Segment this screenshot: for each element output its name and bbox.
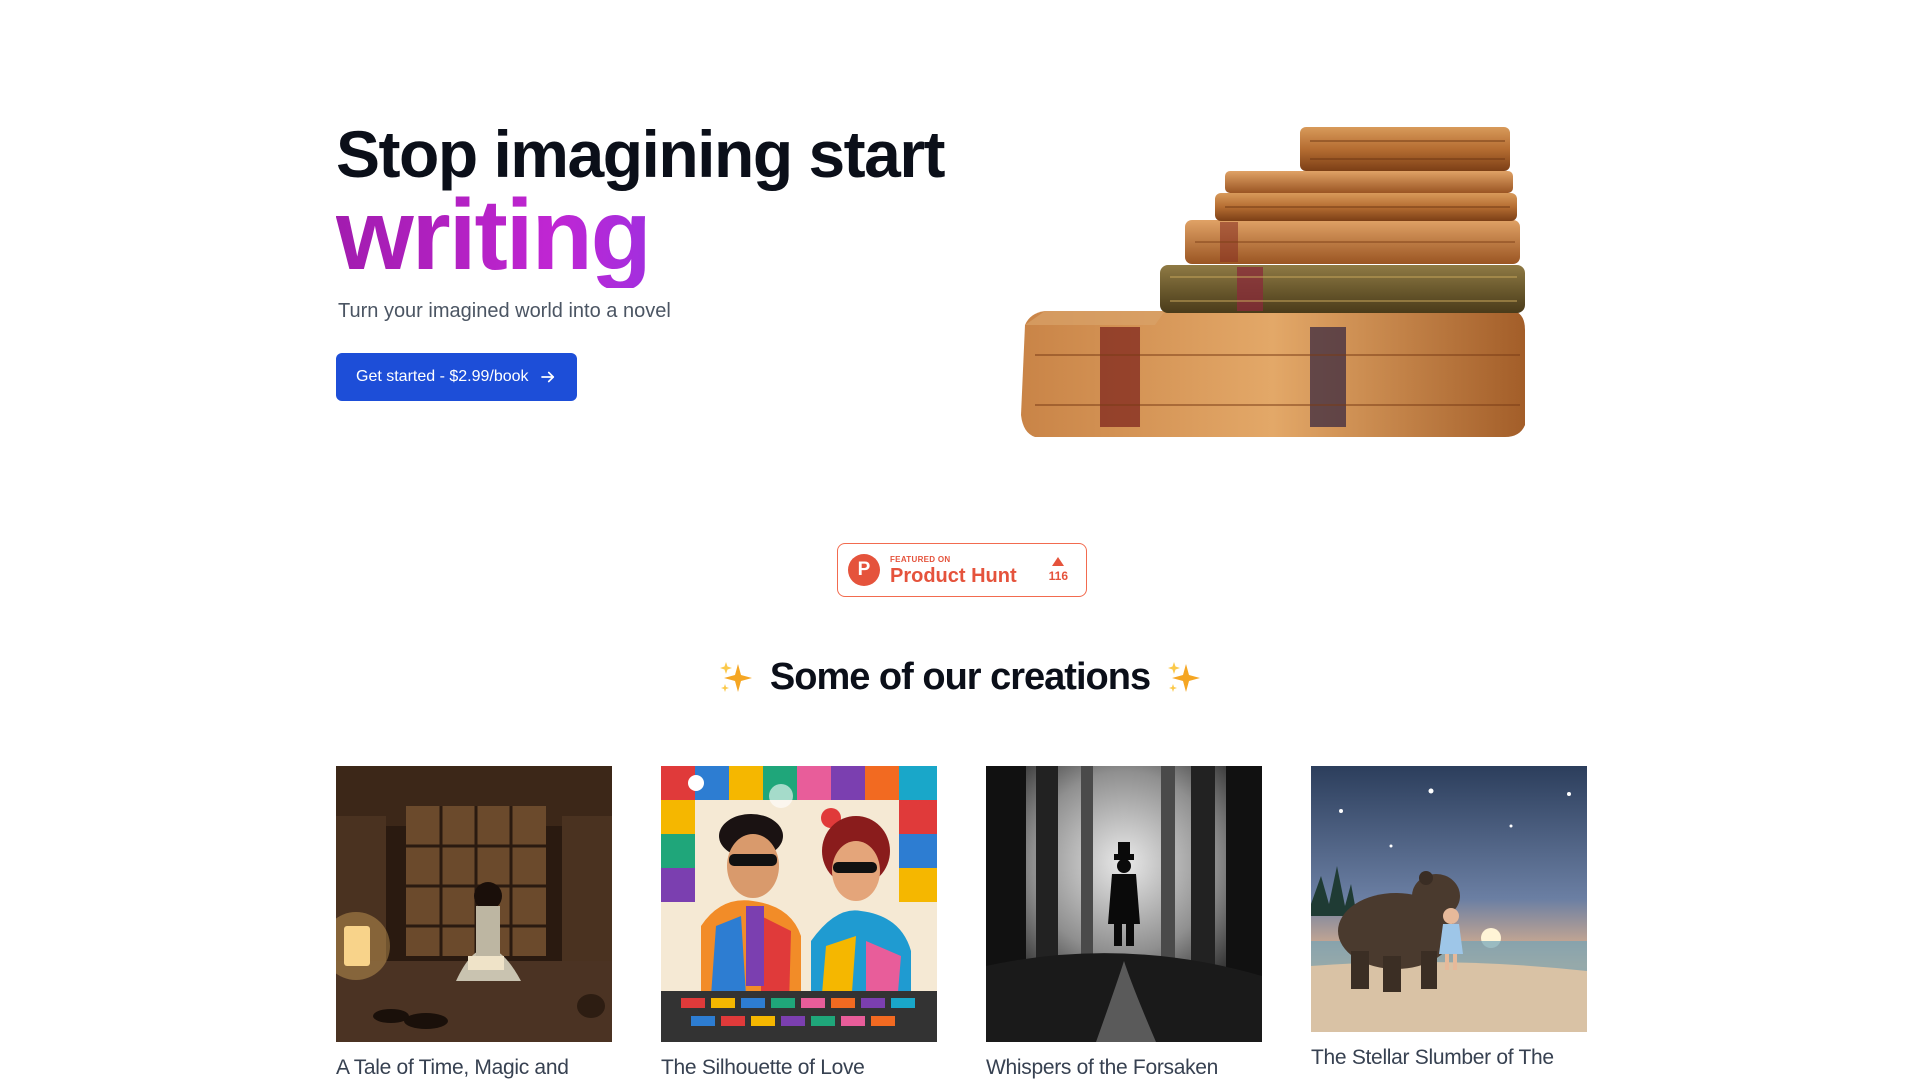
arrow-right-icon — [540, 371, 554, 383]
book-card[interactable]: Whispers of the Forsaken — [986, 766, 1262, 1080]
book-cover-image — [336, 766, 612, 1042]
product-hunt-logo-icon: P — [848, 554, 880, 586]
book-title: The Stellar Slumber of The — [1311, 1046, 1554, 1069]
hero-title-accent: writing — [336, 185, 956, 288]
hero-subtitle: Turn your imagined world into a novel — [338, 299, 671, 322]
upvote-triangle-icon — [1052, 557, 1065, 566]
landing-page: Stop imagining start writing Turn your i… — [0, 0, 1920, 1080]
creations-title: Some of our creations — [769, 656, 1151, 698]
book-title: Whispers of the Forsaken — [986, 1056, 1219, 1079]
book-card[interactable]: The Silhouette of Love — [661, 766, 937, 1080]
product-hunt-logo-letter: P — [857, 559, 871, 580]
book-cover-image — [986, 766, 1262, 1042]
product-hunt-vote-count: 116 — [1048, 569, 1068, 583]
get-started-button[interactable]: Get started - $2.99/book — [336, 352, 577, 401]
book-title: The Silhouette of Love — [661, 1056, 865, 1079]
sparkles-icon — [719, 661, 752, 692]
product-hunt-badge[interactable]: P FEATURED ON Product Hunt 116 — [837, 543, 1087, 597]
book-card[interactable]: A Tale of Time, Magic and — [336, 766, 612, 1080]
product-hunt-name: Product Hunt — [890, 564, 1017, 587]
creations-header: Some of our creations — [0, 656, 1920, 699]
book-card[interactable]: The Stellar Slumber of The — [1311, 766, 1587, 1070]
book-cover-image — [661, 766, 937, 1042]
book-cover-image — [1311, 766, 1587, 1032]
sparkles-icon — [1168, 661, 1201, 692]
book-stack-image — [1021, 127, 1525, 437]
hero-section: Stop imagining start writing Turn your i… — [336, 119, 956, 401]
product-hunt-text: FEATURED ON Product Hunt — [890, 555, 1017, 586]
product-hunt-featured-label: FEATURED ON — [890, 554, 951, 564]
hero-title: Stop imagining start writing — [336, 119, 956, 288]
product-hunt-votes: 116 — [1049, 557, 1068, 583]
get-started-label: Get started - $2.99/book — [356, 367, 529, 385]
book-title: A Tale of Time, Magic and — [336, 1056, 569, 1079]
